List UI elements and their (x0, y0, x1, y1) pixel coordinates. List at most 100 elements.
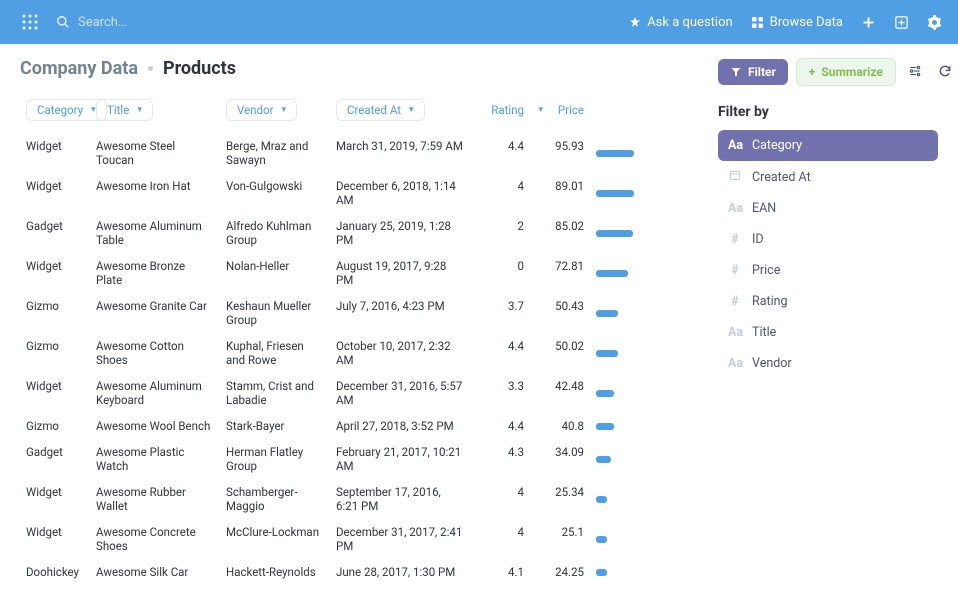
cell-created: August 19, 2017, 9:28 PM (330, 253, 470, 293)
cell-rating: 2 (470, 213, 530, 253)
cell-vendor: Schamberger-Maggio (220, 479, 330, 519)
ask-label: Ask a question (647, 15, 732, 30)
filter-by-title: Filter by (718, 104, 938, 120)
type-icon: Aa (728, 201, 742, 216)
cell-created: March 31, 2019, 7:59 AM (330, 133, 470, 173)
plus-icon (629, 16, 641, 28)
table-row[interactable]: GadgetAwesome Aluminum TableAlfredo Kuhl… (20, 213, 698, 253)
cell-rating: 4.4 (470, 333, 530, 373)
plus-icon (861, 15, 876, 30)
cell-vendor: Stamm, Crist and Labadie (220, 373, 330, 413)
main-area: Company Data Products Category▾ Title▾ V… (20, 58, 698, 585)
cell-rating: 4.1 (470, 559, 530, 585)
cell-category: Widget (20, 173, 90, 213)
table-row[interactable]: GizmoAwesome Granite CarKeshaun Mueller … (20, 293, 698, 333)
filter-item-price[interactable]: #Price (718, 255, 938, 286)
cell-price: 85.02 (530, 213, 590, 253)
cell-title: Awesome Rubber Wallet (90, 479, 220, 519)
add-button[interactable] (861, 15, 876, 30)
cell-vendor: McClure-Lockman (220, 519, 330, 559)
cell-created: January 25, 2019, 1:28 PM (330, 213, 470, 253)
cell-category: Gizmo (20, 333, 90, 373)
col-price[interactable]: ▾ Price (530, 93, 590, 127)
refresh-button[interactable] (934, 60, 956, 85)
plus-icon: + (809, 65, 816, 79)
collection-button[interactable] (894, 15, 909, 30)
cell-bar (590, 133, 640, 173)
table-row[interactable]: WidgetAwesome Concrete ShoesMcClure-Lock… (20, 519, 698, 559)
type-icon: Aa (728, 325, 742, 340)
cell-created: February 21, 2017, 10:21 AM (330, 439, 470, 479)
cell-title: Awesome Aluminum Keyboard (90, 373, 220, 413)
search-wrap (56, 15, 629, 30)
cell-bar (590, 413, 640, 439)
table-row[interactable]: WidgetAwesome Rubber WalletSchamberger-M… (20, 479, 698, 519)
col-vendor[interactable]: Vendor▾ (220, 93, 330, 127)
cell-price: 72.81 (530, 253, 590, 293)
cell-category: Widget (20, 519, 90, 559)
settings-toggle[interactable] (904, 60, 926, 85)
cell-bar (590, 213, 640, 253)
table-row[interactable]: GizmoAwesome Cotton ShoesKuphal, Friesen… (20, 333, 698, 373)
filter-label: Category (752, 138, 802, 153)
table-row[interactable]: GizmoAwesome Wool BenchStark-BayerApril … (20, 413, 698, 439)
cell-rating: 4.4 (470, 413, 530, 439)
filter-item-rating[interactable]: # Rating (718, 286, 938, 317)
ask-question-button[interactable]: Ask a question (629, 15, 732, 30)
col-rating[interactable]: Rating (470, 93, 530, 127)
chevron-down-icon: ▾ (137, 105, 142, 115)
table-row[interactable]: WidgetAwesome Bronze PlateNolan-HellerAu… (20, 253, 698, 293)
type-icon: # (728, 232, 742, 247)
table-row[interactable]: DoohickeyAwesome Silk CarHackett-Reynold… (20, 559, 698, 585)
filter-item-ean[interactable]: AaEAN (718, 193, 938, 224)
cell-vendor: Nolan-Heller (220, 253, 330, 293)
cell-price: 25.1 (530, 519, 590, 559)
cell-created: December 31, 2016, 5:57 AM (330, 373, 470, 413)
filter-item-created-at[interactable]: Created At (718, 161, 938, 193)
cell-rating: 4.3 (470, 439, 530, 479)
summarize-button[interactable]: + Summarize (796, 58, 896, 86)
cell-created: December 31, 2017, 2:41 PM (330, 519, 470, 559)
filter-item-vendor[interactable]: AaVendor (718, 348, 938, 379)
cell-created: April 27, 2018, 3:52 PM (330, 413, 470, 439)
cell-title: Awesome Cotton Shoes (90, 333, 220, 373)
filter-item-title[interactable]: AaTitle (718, 317, 938, 348)
cell-vendor: Hackett-Reynolds (220, 559, 330, 585)
cell-title: Awesome Granite Car (90, 293, 220, 333)
search-input[interactable] (78, 15, 244, 30)
cell-vendor: Von-Gulgowski (220, 173, 330, 213)
chevron-down-icon: ▾ (409, 105, 414, 115)
type-icon: # (728, 294, 742, 309)
cell-title: Awesome Bronze Plate (90, 253, 220, 293)
filter-item-id[interactable]: #ID (718, 224, 938, 255)
cell-price: 24.25 (530, 559, 590, 585)
cell-bar (590, 559, 640, 585)
table-row[interactable]: WidgetAwesome Steel ToucanBerge, Mraz an… (20, 133, 698, 173)
table-row[interactable]: GadgetAwesome Plastic WatchHerman Flatle… (20, 439, 698, 479)
table-row[interactable]: WidgetAwesome Iron HatVon-GulgowskiDecem… (20, 173, 698, 213)
col-created[interactable]: Created At▾ (330, 93, 470, 127)
filter-label: Created At (752, 170, 811, 185)
col-title[interactable]: Title▾ (90, 93, 220, 127)
filter-label: Rating (752, 294, 788, 309)
topbar-actions: Ask a question Browse Data (629, 15, 942, 30)
filter-button[interactable]: Filter (718, 59, 788, 85)
browse-data-button[interactable]: Browse Data (751, 15, 843, 30)
type-icon: Aa (728, 138, 742, 153)
cell-created: October 10, 2017, 2:32 AM (330, 333, 470, 373)
cell-bar (590, 173, 640, 213)
cell-price: 95.93 (530, 133, 590, 173)
col-category[interactable]: Category▾ (20, 93, 90, 127)
cell-category: Gizmo (20, 413, 90, 439)
breadcrumb-parent[interactable]: Company Data (20, 58, 138, 79)
table-row[interactable]: WidgetAwesome Aluminum KeyboardStamm, Cr… (20, 373, 698, 413)
filter-item-category[interactable]: Aa Category (718, 130, 938, 161)
app-logo[interactable] (16, 8, 44, 36)
cell-created: July 7, 2016, 4:23 PM (330, 293, 470, 333)
cell-title: Awesome Plastic Watch (90, 439, 220, 479)
chevron-down-icon: ▾ (539, 105, 544, 115)
cell-rating: 4.4 (470, 133, 530, 173)
cell-title: Awesome Iron Hat (90, 173, 220, 213)
settings-button[interactable] (927, 15, 942, 30)
cell-price: 40.8 (530, 413, 590, 439)
